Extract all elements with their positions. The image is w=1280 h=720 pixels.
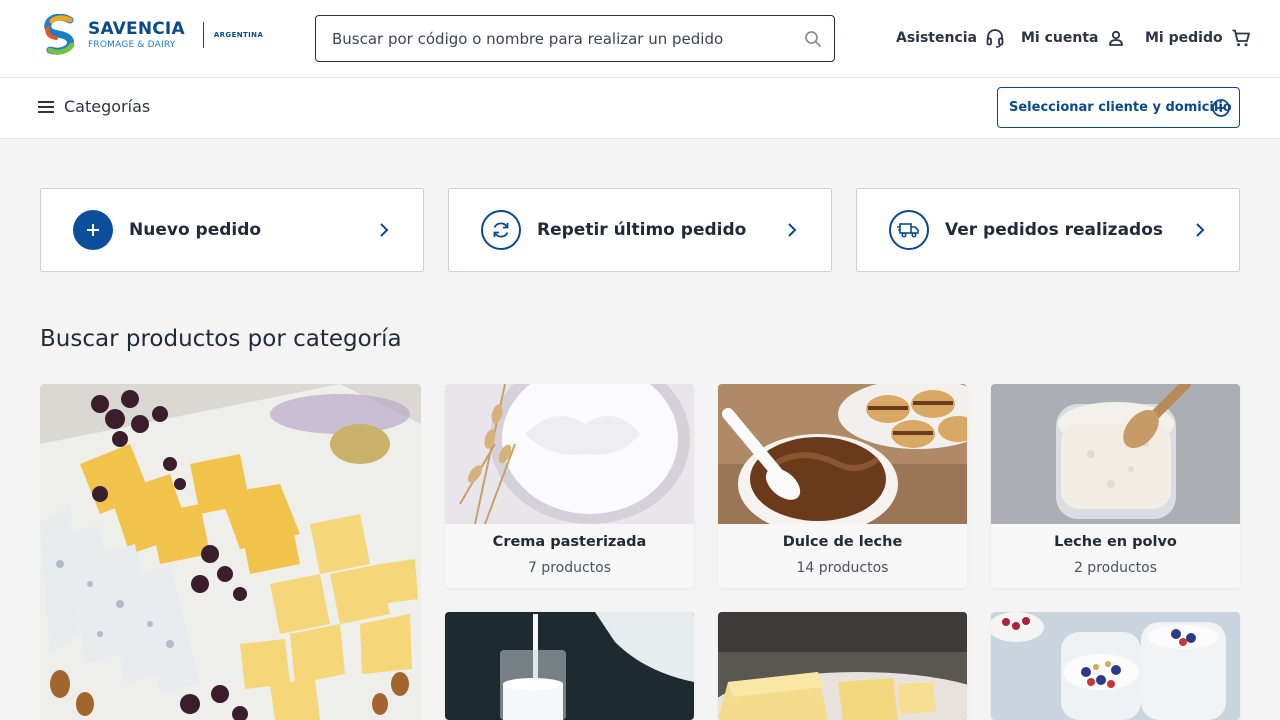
- refresh-icon: [481, 210, 521, 250]
- category-card-butter[interactable]: [718, 612, 967, 720]
- brand-divider: [202, 22, 204, 48]
- chevron-right-icon: [379, 222, 389, 238]
- top-header: SAVENCIA FROMAGE & DAIRY ARGENTINA Asist…: [0, 0, 1280, 78]
- category-card-cheese[interactable]: [40, 384, 421, 720]
- assistance-label: Asistencia: [896, 30, 977, 46]
- repeat-last-order-label: Repetir último pedido: [537, 220, 747, 240]
- category-title: Crema pasterizada: [492, 534, 647, 550]
- hamburger-menu-icon: [38, 100, 54, 114]
- view-orders-card[interactable]: Ver pedidos realizados: [856, 188, 1240, 272]
- dulce-de-leche-image: [718, 384, 967, 524]
- category-card-powdered-milk[interactable]: Leche en polvo 2 productos: [991, 384, 1240, 588]
- assistance-link[interactable]: Asistencia: [896, 28, 1005, 48]
- order-label: Mi pedido: [1145, 30, 1223, 46]
- yogurt-image: [991, 612, 1240, 720]
- cream-image: [445, 384, 694, 524]
- butter-image: [718, 612, 967, 720]
- repeat-last-order-card[interactable]: Repetir último pedido: [448, 188, 832, 272]
- select-client-label: Seleccionar cliente y domicilio: [1009, 100, 1232, 115]
- plus-icon: [73, 210, 113, 250]
- search-box: [315, 15, 835, 62]
- milk-image: [445, 612, 694, 720]
- categories-menu-button[interactable]: Categorías: [38, 97, 150, 116]
- headset-icon: [985, 28, 1005, 48]
- chevron-right-icon: [1195, 222, 1205, 238]
- category-count: 2 productos: [1073, 560, 1158, 576]
- cheese-board-image: [40, 384, 421, 720]
- new-order-label: Nuevo pedido: [129, 220, 262, 240]
- category-count: 14 productos: [796, 560, 889, 576]
- brand-name: SAVENCIA: [88, 18, 185, 39]
- cart-icon: [1231, 28, 1251, 48]
- search-icon[interactable]: [804, 30, 822, 52]
- brand-subtitle: FROMAGE & DAIRY: [88, 39, 176, 50]
- category-card-cream[interactable]: Crema pasterizada 7 productos: [445, 384, 694, 588]
- plus-circle-icon: [1211, 98, 1231, 118]
- category-title: Leche en polvo: [1054, 534, 1177, 550]
- brand-text: SAVENCIA FROMAGE & DAIRY: [88, 18, 185, 50]
- account-label: Mi cuenta: [1021, 30, 1099, 46]
- category-title: Dulce de leche: [782, 534, 903, 550]
- powdered-milk-image: [991, 384, 1240, 524]
- new-order-card[interactable]: Nuevo pedido: [40, 188, 424, 272]
- categories-label: Categorías: [64, 97, 151, 116]
- select-client-button[interactable]: Seleccionar cliente y domicilio: [997, 87, 1240, 128]
- user-icon: [1106, 28, 1126, 48]
- section-title: Buscar productos por categoría: [40, 326, 402, 352]
- category-card-yogurt[interactable]: [991, 612, 1240, 720]
- savencia-logo[interactable]: SAVENCIA FROMAGE & DAIRY ARGENTINA: [40, 14, 263, 56]
- delivery-truck-icon: [889, 210, 929, 250]
- account-link[interactable]: Mi cuenta: [1021, 28, 1126, 48]
- view-orders-label: Ver pedidos realizados: [945, 220, 1164, 240]
- category-card-milk[interactable]: [445, 612, 694, 720]
- category-bar: Categorías Seleccionar cliente y domicil…: [0, 78, 1280, 139]
- search-input[interactable]: [332, 16, 802, 61]
- category-card-dulce-de-leche[interactable]: Dulce de leche 14 productos: [718, 384, 967, 588]
- savencia-logo-mark-icon: [44, 14, 75, 55]
- order-link[interactable]: Mi pedido: [1145, 28, 1251, 48]
- chevron-right-icon: [787, 222, 797, 238]
- category-count: 7 productos: [527, 560, 612, 576]
- brand-country: ARGENTINA: [213, 31, 264, 39]
